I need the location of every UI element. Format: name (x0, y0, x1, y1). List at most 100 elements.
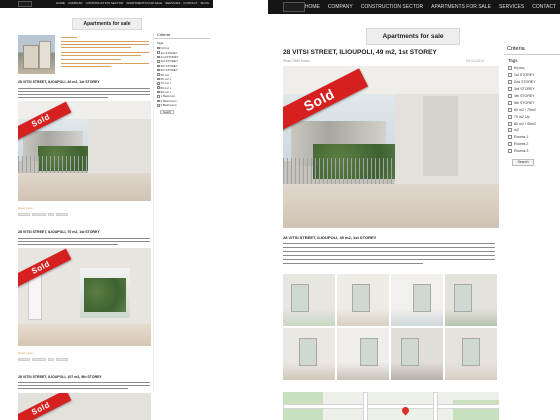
site-logo[interactable] (18, 1, 32, 7)
publish-date: 29-04-2016 (466, 59, 484, 63)
nav-apartments-for-sale[interactable]: APARTMENTS FOR SALE (126, 1, 162, 5)
criteria-option[interactable]: 3rd STOREY (504, 86, 560, 93)
checkbox[interactable] (157, 86, 160, 89)
gallery-thumbnail[interactable] (445, 274, 497, 326)
checkbox[interactable] (157, 95, 160, 98)
listing-title[interactable]: 28 VITSI STREET, ILIOUPOLI, 70 m2, 1st S… (18, 230, 100, 234)
checkbox[interactable] (157, 77, 160, 81)
nav-blog[interactable]: BLOG (201, 1, 209, 5)
criteria-option[interactable]: 5th STOREY (504, 99, 560, 106)
listing-photo[interactable]: Sold (18, 248, 151, 346)
checkbox[interactable] (157, 73, 160, 76)
gallery-thumbnail[interactable] (337, 274, 389, 326)
tag-chip[interactable] (18, 358, 30, 361)
checkbox[interactable] (508, 87, 512, 92)
gallery-thumbnail[interactable] (445, 328, 497, 380)
checkbox[interactable] (157, 99, 160, 103)
checkbox[interactable] (508, 114, 512, 119)
nav-construction-sector[interactable]: CONSTRUCTION SECTOR (86, 1, 123, 5)
gallery-thumbnail[interactable] (391, 274, 443, 326)
checkbox[interactable] (157, 60, 160, 63)
tag-chip[interactable] (56, 358, 68, 361)
tag-chip[interactable] (48, 358, 54, 361)
criteria-option[interactable]: 80 m2 / 90m2 (504, 120, 560, 127)
criteria-option[interactable]: 1st STOREY (504, 72, 560, 79)
criteria-option-label: 1st STOREY (514, 73, 535, 78)
listing-description-line (18, 91, 150, 93)
nav-construction-sector[interactable]: CONSTRUCTION SECTOR (361, 4, 423, 10)
gallery-thumbnail[interactable] (391, 328, 443, 380)
gallery-thumbnail[interactable] (283, 274, 335, 326)
nav-company[interactable]: COMPANY (328, 4, 353, 10)
checkbox[interactable] (157, 55, 160, 59)
nav-contact[interactable]: CONTACT (532, 4, 556, 10)
checkbox[interactable] (508, 142, 512, 147)
checkbox[interactable] (157, 68, 160, 72)
criteria-option[interactable]: 2nd STOREY (504, 79, 560, 86)
nav-apartments-for-sale[interactable]: APARTMENTS FOR SALE (431, 4, 491, 10)
criteria-option[interactable]: 70 m2 Up (504, 113, 560, 120)
criteria-option[interactable]: 4th STOREY (504, 93, 560, 100)
criteria-option-label: 4th STOREY (514, 94, 535, 98)
checkbox[interactable] (508, 128, 512, 133)
main-listing-photo[interactable]: Sold (283, 66, 499, 228)
nav-services[interactable]: SERVICES (165, 1, 180, 5)
criteria-option[interactable]: Rooms 3 (504, 148, 560, 155)
checkbox[interactable] (157, 51, 160, 54)
checkbox[interactable] (508, 121, 512, 126)
tag-chip[interactable] (32, 358, 46, 361)
sidebar-tags-label: Tags (508, 58, 518, 63)
checkbox[interactable] (157, 46, 160, 50)
nav-services[interactable]: SERVICES (499, 4, 524, 10)
nav-home[interactable]: HOME (305, 4, 320, 10)
checkbox[interactable] (508, 135, 512, 140)
criteria-option[interactable]: Κήπος (504, 65, 560, 72)
listing-photo[interactable]: Sold (18, 101, 151, 201)
nav-contact[interactable]: CONTACT (183, 1, 197, 5)
search-button[interactable]: Search (512, 158, 534, 166)
description-line (283, 247, 495, 249)
criteria-option[interactable]: 3 Bedrooms (154, 103, 210, 107)
listing-title[interactable]: 28 VITSI STREET, ILIOUPOLI, 107 m2, 5th … (18, 375, 102, 379)
checkbox[interactable] (157, 64, 160, 67)
checkbox[interactable] (157, 104, 160, 107)
tag-chip[interactable] (18, 213, 30, 216)
listing-title[interactable]: 28 VITSI STREET, ILIOUPOLI, 49 m2, 1st S… (18, 80, 100, 84)
checkbox[interactable] (508, 149, 512, 154)
criteria-option[interactable]: 60 m2 / 70m2 (504, 106, 560, 113)
featured-building-image[interactable] (18, 35, 55, 74)
checkbox[interactable] (157, 90, 160, 94)
nav-home[interactable]: HOME (56, 1, 65, 5)
checkbox[interactable] (157, 82, 160, 85)
detail-page-screenshot: HOME COMPANY CONSTRUCTION SECTOR APARTME… (268, 0, 560, 420)
criteria-option[interactable]: Rooms 2 (504, 141, 560, 148)
checkbox[interactable] (508, 66, 512, 71)
location-map[interactable] (283, 392, 499, 420)
listing-description-line (18, 388, 128, 390)
tag-chip[interactable] (48, 213, 54, 216)
site-logo[interactable] (283, 2, 305, 12)
gallery-thumbnail[interactable] (283, 328, 335, 380)
nav-company[interactable]: COMPANY (68, 1, 83, 5)
read-more-link[interactable]: Read more... (18, 206, 35, 210)
criteria-option[interactable]: m2 (504, 127, 560, 134)
gallery-thumbnail[interactable] (337, 328, 389, 380)
criteria-option-label: 80 m2 / 90m2 (514, 121, 536, 126)
checkbox[interactable] (508, 94, 512, 98)
checkbox[interactable] (508, 80, 512, 85)
criteria-option-label: 2 Bedrooms (160, 98, 177, 103)
search-button[interactable]: Search (160, 110, 174, 115)
listing-photo[interactable]: Sold (18, 393, 151, 420)
tag-chip[interactable] (32, 213, 46, 216)
page-banner: Apartments for sale (366, 28, 460, 45)
tag-chip[interactable] (56, 213, 68, 216)
read-more-link[interactable]: Read more... (18, 351, 35, 355)
criteria-option[interactable]: Rooms 1 (504, 134, 560, 141)
checkbox[interactable] (508, 100, 512, 105)
criteria-option-label: 60 m2 / 70m2 (514, 107, 536, 112)
checkbox[interactable] (508, 73, 512, 78)
criteria-option-label: 3rd STOREY (514, 87, 535, 92)
top-navigation-bar: HOME COMPANY CONSTRUCTION SECTOR APARTME… (268, 0, 560, 14)
listing-page-screenshot: HOME COMPANY CONSTRUCTION SECTOR APARTME… (0, 0, 213, 420)
checkbox[interactable] (508, 107, 512, 112)
